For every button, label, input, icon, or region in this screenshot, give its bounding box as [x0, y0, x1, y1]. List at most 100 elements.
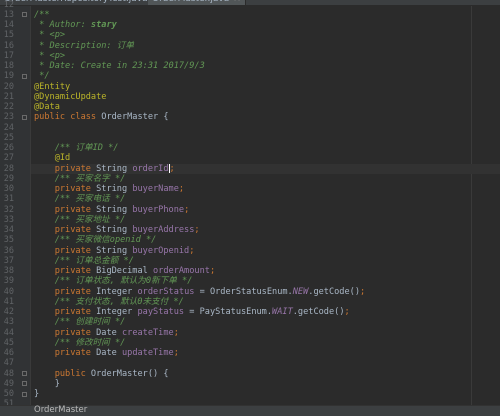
code-token: public class: [34, 112, 102, 123]
code-line[interactable]: private String buyerPhone;: [34, 204, 190, 215]
breadcrumb-bar: OrderMaster: [0, 405, 500, 416]
code-line[interactable]: * <p>: [34, 30, 65, 40]
code-line[interactable]: }: [34, 389, 39, 399]
code-token: Integer: [96, 307, 138, 317]
code-token: String: [96, 245, 133, 256]
code-token: /** 买家电话 */: [34, 194, 126, 205]
line-number: 21: [3, 91, 14, 102]
code-token: }: [34, 378, 60, 389]
code-line[interactable]: /** 订单总金额 */: [34, 256, 134, 266]
code-line[interactable]: public class OrderMaster {: [34, 112, 169, 122]
line-number: 32: [3, 204, 14, 215]
line-number: 16: [3, 40, 14, 51]
code-line[interactable]: @Entity: [34, 82, 70, 92]
code-token: buyerAddress: [132, 225, 195, 235]
line-number: 31: [3, 194, 14, 205]
code-line[interactable]: /** 买家名字 */: [34, 174, 126, 184]
breadcrumb-class[interactable]: OrderMaster: [34, 405, 87, 416]
code-line[interactable]: private Date updateTime;: [34, 348, 179, 358]
code-token: @DynamicUpdate: [34, 91, 107, 102]
code-token: OrderMaster() {: [90, 368, 169, 379]
code-token: String: [96, 225, 133, 235]
line-number: 14: [3, 20, 14, 30]
code-token: /** 买家地址 */: [34, 214, 126, 225]
code-token: Date: [96, 348, 122, 358]
line-number: 25: [3, 132, 14, 143]
fold-marker-icon[interactable]: [22, 391, 27, 397]
code-line[interactable]: private BigDecimal orderAmount;: [34, 266, 215, 276]
code-line[interactable]: @Data: [34, 102, 60, 112]
code-token: private: [34, 204, 97, 215]
code-token: buyerOpenid: [132, 245, 190, 256]
fold-marker-icon[interactable]: [22, 114, 27, 120]
code-line[interactable]: /** 订单ID */: [34, 143, 119, 153]
code-line[interactable]: * Author: stary: [34, 20, 117, 30]
fold-marker-icon[interactable]: [22, 12, 27, 18]
line-number: 35: [3, 235, 14, 246]
close-tab-icon[interactable]: ×: [233, 0, 241, 4]
fold-marker-icon[interactable]: [22, 371, 27, 376]
code-line[interactable]: * Date: Create in 23:31 2017/9/3: [34, 61, 205, 71]
line-number: 42: [3, 307, 14, 317]
code-line[interactable]: private String buyerAddress;: [34, 225, 200, 235]
line-number: 24: [3, 122, 14, 133]
line-number: 22: [3, 102, 14, 112]
code-token: @Entity: [34, 81, 71, 92]
code-token: WAIT: [272, 307, 293, 317]
code-token: /** 创建时间 */: [34, 317, 126, 328]
code-line[interactable]: private String buyerName;: [34, 184, 184, 194]
code-line[interactable]: /** 买家电话 */: [34, 194, 126, 205]
code-line[interactable]: private String buyerOpenid;: [34, 245, 195, 256]
code-line[interactable]: /**: [34, 10, 50, 20]
editor-tab-label: OrderMaster.java: [152, 0, 229, 4]
code-token: private: [34, 348, 97, 358]
line-number: 37: [3, 255, 14, 266]
code-token: /** 订单状态, 默认为0新下单 */: [34, 276, 193, 287]
code-line[interactable]: private Date createTime;: [34, 328, 179, 338]
line-number: 30: [3, 184, 14, 194]
code-token: /** 订单ID */: [34, 143, 119, 153]
line-number: 41: [3, 296, 14, 307]
editor-tab[interactable]: OrderMaster.java ×: [148, 0, 246, 5]
code-line[interactable]: /** 买家地址 */: [34, 214, 126, 225]
fold-marker-icon[interactable]: [22, 73, 27, 79]
code-token: private: [34, 307, 97, 317]
line-number: 29: [3, 173, 14, 184]
code-line[interactable]: private Integer payStatus = PayStatusEnu…: [34, 307, 350, 317]
code-line[interactable]: * Description: 订单: [34, 41, 134, 51]
code-line[interactable]: * <p>: [34, 51, 65, 61]
code-token: OrderMaster {: [101, 112, 169, 123]
code-line[interactable]: @DynamicUpdate: [34, 92, 106, 102]
code-token: ;: [194, 225, 200, 235]
editor-tab[interactable]: OrderMasterRepositoryTest.java×: [0, 0, 165, 5]
code-token: payStatus: [137, 307, 185, 317]
code-line[interactable]: /** 创建时间 */: [34, 317, 126, 328]
line-number: 49: [3, 378, 14, 389]
line-number: 18: [3, 61, 14, 71]
code-token: public: [34, 368, 91, 379]
code-token: ;: [209, 266, 216, 276]
code-line[interactable]: /** 订单状态, 默认为0新下单 */: [34, 276, 193, 287]
code-line[interactable]: private String orderId;: [34, 163, 175, 174]
code-token: .getCode(): [292, 307, 345, 317]
code-line[interactable]: @Id: [34, 153, 71, 164]
code-editor[interactable]: /** * Author: stary * <p> * Description:…: [31, 6, 500, 405]
code-line[interactable]: */: [34, 71, 50, 82]
code-token: private: [34, 245, 97, 256]
code-token: * Author:: [34, 20, 91, 30]
code-token: */: [34, 71, 50, 82]
code-token: @Id: [34, 153, 71, 164]
fold-marker-icon[interactable]: [22, 381, 27, 387]
code-token: }: [34, 389, 40, 399]
code-line[interactable]: }: [34, 379, 60, 389]
code-token: ;: [173, 348, 179, 358]
code-line[interactable]: /** 买家微信openid */: [34, 235, 157, 245]
code-line[interactable]: public OrderMaster() {: [34, 369, 169, 379]
code-token: Integer: [96, 286, 138, 297]
code-line[interactable]: /** 支付状态, 默认0未支付 */: [34, 297, 184, 307]
code-line[interactable]: private Integer orderStatus = OrderStatu…: [34, 286, 366, 297]
code-token: = OrderStatusEnum.: [194, 286, 293, 297]
code-token: orderAmount: [153, 266, 210, 276]
code-line[interactable]: /** 修改时间 */: [34, 338, 126, 348]
line-number: 19: [3, 71, 14, 82]
